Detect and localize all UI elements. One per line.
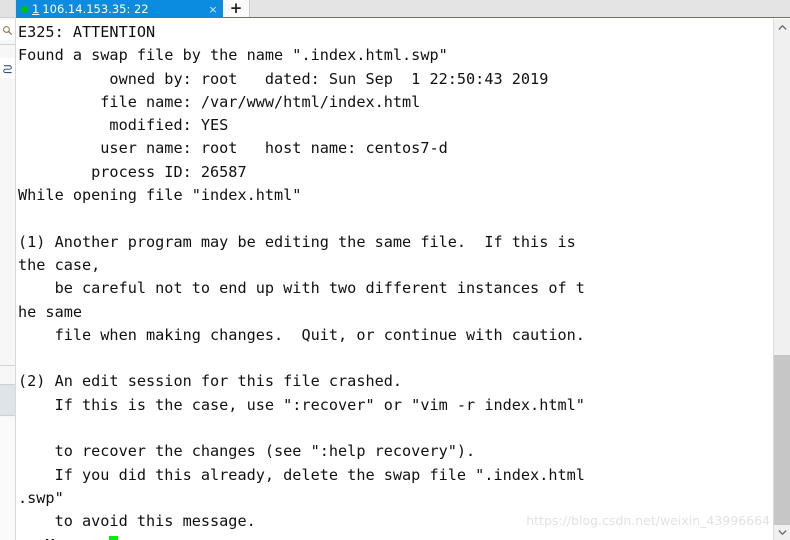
tab-session-1[interactable]: 1 106.14.153.35: 22 ×: [16, 0, 223, 18]
connection-status-dot: [21, 5, 28, 13]
terminal-output-text: E325: ATTENTION Found a swap file by the…: [18, 23, 585, 531]
scroll-down-icon[interactable]: [774, 524, 790, 540]
sidebar-header: [0, 0, 15, 18]
terminal-window: 1 106.14.153.35: 22 × + E325: ATTENTION …: [0, 0, 790, 540]
new-tab-button[interactable]: +: [223, 0, 250, 17]
scroll-up-icon[interactable]: [774, 19, 790, 35]
tab-bar: 1 106.14.153.35: 22 × +: [16, 0, 790, 18]
more-prompt-label: -- More --: [18, 536, 109, 540]
search-icon[interactable]: [0, 20, 15, 40]
terminal-cursor: [109, 535, 119, 540]
terminal-output-pane[interactable]: E325: ATTENTION Found a swap file by the…: [16, 19, 773, 540]
tab-title-label: 106.14.153.35: 22: [42, 2, 149, 16]
tab-index-label: 1: [32, 2, 40, 16]
scrollbar-thumb[interactable]: [774, 355, 790, 525]
tab-bar-empty-area: [250, 0, 790, 17]
close-icon[interactable]: ×: [205, 4, 221, 15]
sidebar-divider-2: [0, 365, 15, 366]
sidebar-divider-1: [0, 44, 15, 45]
sidebar-selected-item[interactable]: [0, 384, 15, 416]
left-sidebar: [0, 0, 16, 540]
terminal-prompt-line: -- More --: [16, 534, 773, 540]
sidebar-footer: [0, 417, 15, 540]
vertical-scrollbar[interactable]: [773, 19, 790, 540]
session-icon[interactable]: [0, 58, 15, 78]
